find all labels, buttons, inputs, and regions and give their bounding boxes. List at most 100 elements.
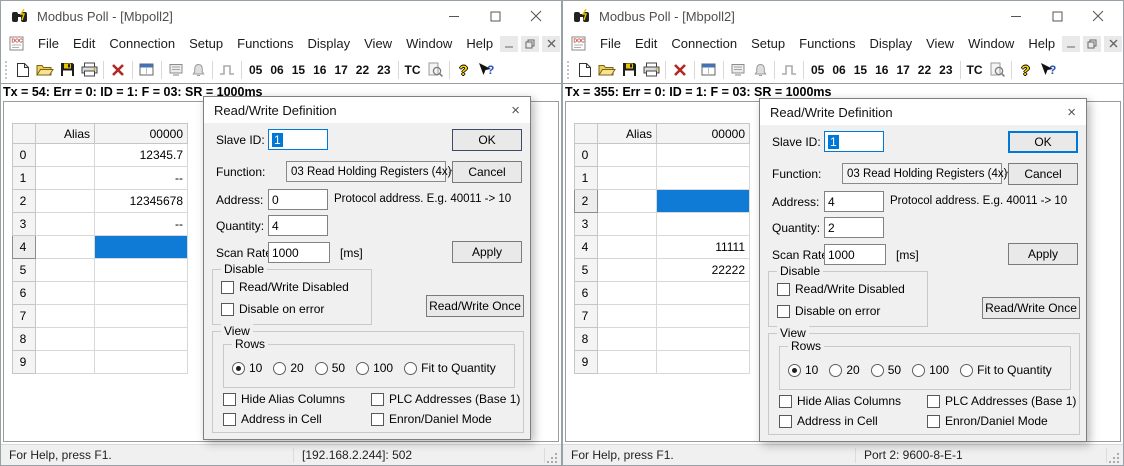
quantity-field[interactable]: 2 bbox=[824, 217, 884, 238]
mdi-close-icon[interactable] bbox=[542, 36, 560, 52]
alias-cell[interactable] bbox=[36, 213, 95, 236]
new-file-icon[interactable] bbox=[574, 60, 596, 80]
function-17-button[interactable]: 17 bbox=[330, 63, 351, 77]
value-cell[interactable] bbox=[95, 259, 188, 282]
menu-connection[interactable]: Connection bbox=[102, 36, 182, 51]
address-field[interactable]: 4 bbox=[824, 191, 884, 212]
function-05-button[interactable]: 05 bbox=[245, 63, 266, 77]
menu-edit[interactable]: Edit bbox=[628, 36, 664, 51]
alias-cell[interactable] bbox=[598, 305, 657, 328]
value-cell[interactable] bbox=[657, 282, 750, 305]
function-17-button[interactable]: 17 bbox=[892, 63, 913, 77]
address-in-cell-checkbox[interactable]: Address in Cell bbox=[223, 412, 322, 426]
communication-log-icon[interactable] bbox=[424, 60, 446, 80]
rows-50-radio[interactable]: 50 bbox=[315, 361, 345, 375]
fit-to-quantity-radio[interactable]: Fit to Quantity bbox=[404, 361, 496, 375]
ok-button[interactable]: OK bbox=[452, 129, 522, 151]
minimize-icon[interactable] bbox=[447, 9, 461, 23]
value-cell[interactable] bbox=[95, 305, 188, 328]
row-header-current[interactable]: 2 bbox=[575, 190, 598, 213]
value-cell[interactable]: 12345.7 bbox=[95, 144, 188, 167]
alias-column-header[interactable]: Alias bbox=[36, 124, 95, 144]
menu-view[interactable]: View bbox=[357, 36, 399, 51]
function-23-button[interactable]: 23 bbox=[935, 63, 956, 77]
read-write-once-button[interactable]: Read/Write Once bbox=[426, 295, 524, 317]
scan-rate-field[interactable]: 1000 bbox=[824, 244, 886, 265]
read-write-disabled-checkbox[interactable]: Read/Write Disabled bbox=[777, 282, 905, 296]
function-06-button[interactable]: 06 bbox=[266, 63, 287, 77]
address-column-header[interactable]: 00000 bbox=[657, 124, 750, 144]
cancel-button[interactable]: Cancel bbox=[452, 161, 522, 183]
alias-cell[interactable] bbox=[598, 190, 657, 213]
row-header[interactable]: 5 bbox=[13, 259, 36, 282]
poll-definition-icon[interactable] bbox=[165, 60, 187, 80]
mdi-restore-icon[interactable] bbox=[1083, 36, 1101, 52]
function-select[interactable]: 03 Read Holding Registers (4x) bbox=[842, 163, 1002, 184]
row-header[interactable]: 7 bbox=[13, 305, 36, 328]
value-cell[interactable] bbox=[657, 167, 750, 190]
resize-grip[interactable] bbox=[546, 452, 558, 464]
menu-help[interactable]: Help bbox=[459, 36, 500, 51]
function-16-button[interactable]: 16 bbox=[871, 63, 892, 77]
alias-cell[interactable] bbox=[36, 236, 95, 259]
menu-connection[interactable]: Connection bbox=[664, 36, 744, 51]
open-file-icon[interactable] bbox=[596, 60, 618, 80]
value-cell[interactable] bbox=[657, 305, 750, 328]
rows-10-radio[interactable]: 10 bbox=[232, 361, 262, 375]
row-header[interactable]: 3 bbox=[575, 213, 598, 236]
mdi-close-icon[interactable] bbox=[1104, 36, 1122, 52]
titlebar[interactable]: Modbus Poll - [Mbpoll2] bbox=[1, 1, 561, 31]
menu-help[interactable]: Help bbox=[1021, 36, 1062, 51]
menu-display[interactable]: Display bbox=[301, 36, 358, 51]
address-column-header[interactable]: 00000 bbox=[95, 124, 188, 144]
print-icon[interactable] bbox=[640, 60, 662, 80]
alias-cell[interactable] bbox=[36, 305, 95, 328]
alias-cell[interactable] bbox=[36, 190, 95, 213]
alias-cell[interactable] bbox=[36, 351, 95, 374]
alias-cell[interactable] bbox=[598, 236, 657, 259]
alias-cell[interactable] bbox=[36, 167, 95, 190]
rows-20-radio[interactable]: 20 bbox=[829, 363, 859, 377]
alias-column-header[interactable]: Alias bbox=[598, 124, 657, 144]
slave-id-field[interactable]: 1 bbox=[824, 131, 884, 152]
dialog-titlebar[interactable]: Read/Write Definition × bbox=[760, 99, 1086, 125]
minimize-icon[interactable] bbox=[1009, 9, 1023, 23]
row-header[interactable]: 9 bbox=[575, 351, 598, 374]
menu-file[interactable]: File bbox=[593, 36, 628, 51]
function-22-button[interactable]: 22 bbox=[914, 63, 935, 77]
apply-button[interactable]: Apply bbox=[1008, 243, 1078, 265]
alarm-icon[interactable] bbox=[749, 60, 771, 80]
value-cell[interactable] bbox=[95, 282, 188, 305]
menu-setup[interactable]: Setup bbox=[744, 36, 792, 51]
function-06-button[interactable]: 06 bbox=[828, 63, 849, 77]
menu-functions[interactable]: Functions bbox=[230, 36, 300, 51]
value-cell[interactable]: -- bbox=[95, 167, 188, 190]
close-icon[interactable] bbox=[529, 9, 543, 23]
enron-daniel-checkbox[interactable]: Enron/Daniel Mode bbox=[927, 414, 1048, 428]
resize-grip[interactable] bbox=[1108, 452, 1120, 464]
titlebar[interactable]: Modbus Poll - [Mbpoll2] bbox=[563, 1, 1123, 31]
apply-button[interactable]: Apply bbox=[452, 241, 522, 263]
read-write-once-button[interactable]: Read/Write Once bbox=[982, 297, 1080, 319]
hide-alias-columns-checkbox[interactable]: Hide Alias Columns bbox=[779, 394, 901, 408]
alias-cell[interactable] bbox=[36, 144, 95, 167]
value-cell[interactable]: 12345678 bbox=[95, 190, 188, 213]
rows-10-radio[interactable]: 10 bbox=[788, 363, 818, 377]
maximize-icon[interactable] bbox=[488, 9, 502, 23]
communication-log-icon[interactable] bbox=[986, 60, 1008, 80]
value-cell[interactable] bbox=[657, 351, 750, 374]
disable-on-error-checkbox[interactable]: Disable on error bbox=[221, 302, 324, 316]
alias-cell[interactable] bbox=[598, 213, 657, 236]
rows-20-radio[interactable]: 20 bbox=[273, 361, 303, 375]
fit-to-quantity-radio[interactable]: Fit to Quantity bbox=[960, 363, 1052, 377]
menu-window[interactable]: Window bbox=[961, 36, 1021, 51]
menu-view[interactable]: View bbox=[919, 36, 961, 51]
plc-addresses-checkbox[interactable]: PLC Addresses (Base 1) bbox=[927, 394, 1076, 408]
function-05-button[interactable]: 05 bbox=[807, 63, 828, 77]
alias-cell[interactable] bbox=[598, 259, 657, 282]
mdi-minimize-icon[interactable] bbox=[1062, 36, 1080, 52]
menu-edit[interactable]: Edit bbox=[66, 36, 102, 51]
save-icon[interactable] bbox=[618, 60, 640, 80]
menu-setup[interactable]: Setup bbox=[182, 36, 230, 51]
row-header[interactable]: 2 bbox=[13, 190, 36, 213]
